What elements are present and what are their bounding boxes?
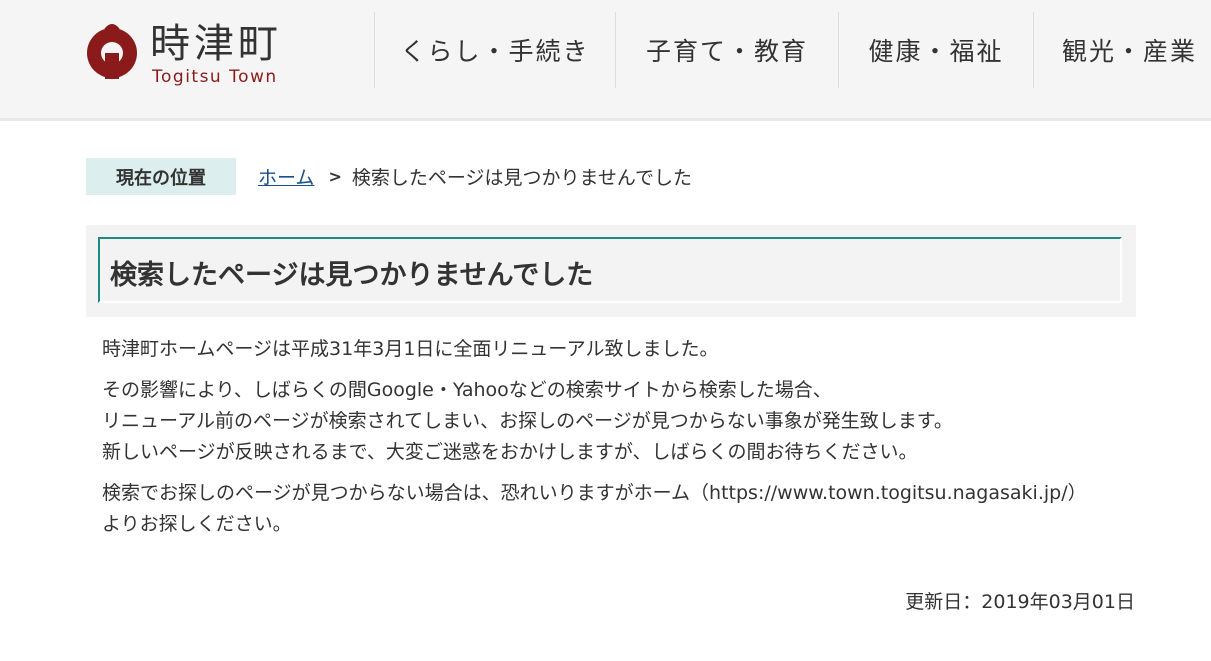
updated-date: 更新日：2019年03月01日 [905,591,1135,613]
breadcrumb-home-link[interactable]: ホーム [258,163,314,190]
site-logo[interactable]: 時津町 Togitsu Town [84,18,314,92]
page-content: 時津町ホームページは平成31年3月1日に全面リニューアル致しました。 その影響に… [102,334,1142,550]
breadcrumb-separator: > [328,167,342,186]
notice-line: リニューアル前のページが検索されてしまい、お探しのページが見つからない事象が発生… [102,410,953,432]
notice-line: 新しいページが反映されるまで、大変ご迷惑をおかけしますが、しばらくの間お待ちくだ… [102,441,918,463]
notice-paragraph-1: 時津町ホームページは平成31年3月1日に全面リニューアル致しました。 [102,334,1142,365]
notice-line: 時津町ホームページは平成31年3月1日に全面リニューアル致しました。 [102,338,719,360]
nav-item-health[interactable]: 健康・福祉 [838,12,1033,88]
page-title-frame: 検索したページは見つかりませんでした [98,237,1122,303]
site-header: 時津町 Togitsu Town くらし・手続き 子育て・教育 健康・福祉 観光… [0,0,1211,121]
notice-line: その影響により、しばらくの間Google・Yahooなどの検索サイトから検索した… [102,379,832,401]
notice-line: よりお探しください。 [102,513,292,535]
logo-kanji: 時津町 [150,21,282,67]
nav-item-childcare[interactable]: 子育て・教育 [615,12,838,88]
notice-paragraph-2: その影響により、しばらくの間Google・Yahooなどの検索サイトから検索した… [102,375,1142,468]
page-title-box: 検索したページは見つかりませんでした [86,225,1136,317]
breadcrumb: 現在の位置 ホーム > 検索したページは見つかりませんでした [86,158,692,195]
page-title: 検索したページは見つかりませんでした [110,260,594,291]
breadcrumb-current: 検索したページは見つかりませんでした [351,167,692,189]
notice-paragraph-3: 検索でお探しのページが見つからない場合は、恐れいりますがホーム（https://… [102,478,1142,540]
nav-item-living[interactable]: くらし・手続き [374,12,615,88]
global-nav: くらし・手続き 子育て・教育 健康・福祉 観光・産業 [374,12,1211,88]
breadcrumb-label: 現在の位置 [86,158,236,195]
notice-line: 検索でお探しのページが見つからない場合は、恐れいりますがホーム（https://… [102,482,1087,504]
nav-item-tourism[interactable]: 観光・産業 [1033,12,1211,88]
logo-roman: Togitsu Town [152,67,278,87]
town-emblem-icon [87,24,137,79]
